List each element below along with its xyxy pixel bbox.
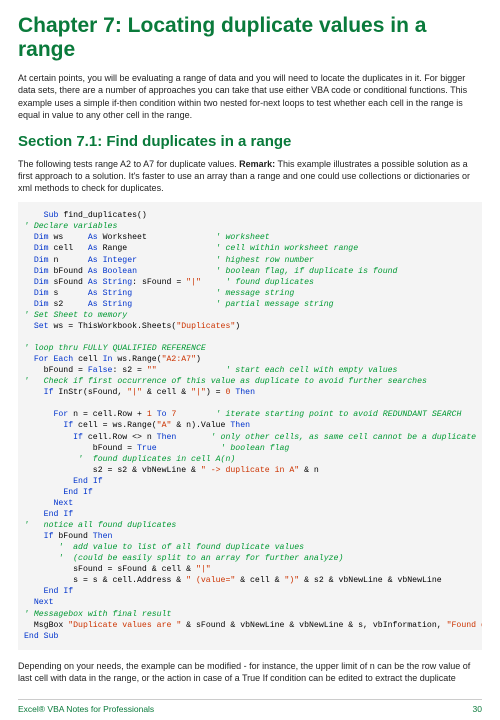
page-footer: Excel® VBA Notes for Professionals 30 <box>18 699 482 720</box>
chapter-title: Chapter 7: Locating duplicate values in … <box>18 14 482 62</box>
code-block: Sub find_duplicates() ' Declare variable… <box>18 202 482 649</box>
outro-paragraph: Depending on your needs, the example can… <box>18 660 482 684</box>
footer-left: Excel® VBA Notes for Professionals <box>18 704 154 714</box>
footer-page-number: 30 <box>473 704 482 714</box>
intro-paragraph: At certain points, you will be evaluatin… <box>18 72 482 121</box>
section-title: Section 7.1: Find duplicates in a range <box>18 133 482 150</box>
section-paragraph: The following tests range A2 to A7 for d… <box>18 158 482 194</box>
